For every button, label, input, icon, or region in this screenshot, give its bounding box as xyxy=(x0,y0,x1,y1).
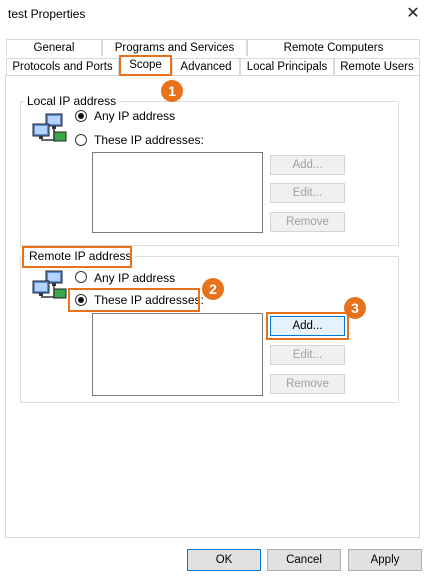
remote-any-ip-radio[interactable] xyxy=(75,271,87,283)
ok-button[interactable]: OK xyxy=(187,549,261,571)
local-ip-group-label: Local IP address xyxy=(24,94,120,108)
window-title: test Properties xyxy=(8,7,86,21)
tab-programs-and-services[interactable]: Programs and Services xyxy=(102,39,247,56)
local-any-ip-radio[interactable] xyxy=(75,110,87,122)
local-remove-button[interactable]: Remove xyxy=(270,212,345,232)
close-button[interactable]: ✕ xyxy=(403,4,423,24)
tab-remote-computers[interactable]: Remote Computers xyxy=(247,39,420,56)
local-add-button[interactable]: Add... xyxy=(270,155,345,175)
remote-remove-button[interactable]: Remove xyxy=(270,374,345,394)
local-any-ip-label[interactable]: Any IP address xyxy=(94,109,175,123)
local-these-ip-radio[interactable] xyxy=(75,134,87,146)
remote-any-ip-label[interactable]: Any IP address xyxy=(94,271,175,285)
add-button-highlight xyxy=(266,312,349,340)
remote-group-highlight xyxy=(22,246,132,268)
tab-protocols-and-ports[interactable]: Protocols and Ports xyxy=(6,58,119,75)
remote-edit-button[interactable]: Edit... xyxy=(270,345,345,365)
network-computers-icon xyxy=(32,113,68,143)
close-icon: ✕ xyxy=(406,5,420,22)
callout-badge-2: 2 xyxy=(202,278,224,300)
remote-these-highlight xyxy=(68,288,200,312)
network-computers-icon xyxy=(32,270,68,300)
callout-badge-3: 3 xyxy=(344,297,366,319)
callout-badge-1: 1 xyxy=(161,80,183,102)
tab-general[interactable]: General xyxy=(6,39,102,56)
local-these-ip-label[interactable]: These IP addresses: xyxy=(94,133,204,147)
tab-advanced[interactable]: Advanced xyxy=(172,58,240,75)
scope-tab-highlight xyxy=(119,55,172,76)
tab-local-principals[interactable]: Local Principals xyxy=(240,58,334,75)
local-ip-list[interactable] xyxy=(92,152,263,233)
cancel-button[interactable]: Cancel xyxy=(267,549,341,571)
apply-button[interactable]: Apply xyxy=(348,549,422,571)
tab-remote-users[interactable]: Remote Users xyxy=(334,58,420,75)
local-edit-button[interactable]: Edit... xyxy=(270,183,345,203)
remote-ip-list[interactable] xyxy=(92,313,263,396)
